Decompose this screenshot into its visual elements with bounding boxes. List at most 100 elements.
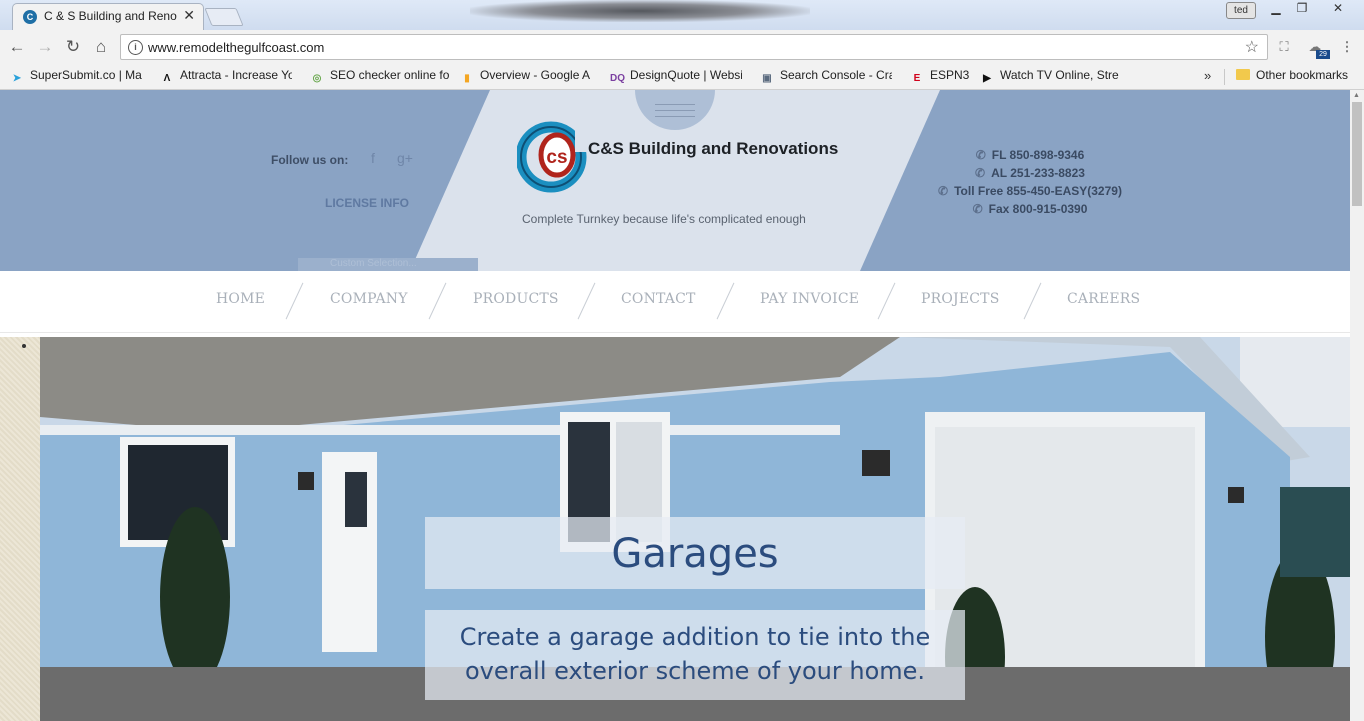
- bookmark-label: ESPN3: [930, 68, 970, 82]
- bookmarks-divider: [1224, 69, 1225, 85]
- hero-slider: Garages Create a garage addition to tie …: [0, 337, 1350, 721]
- facebook-icon[interactable]: f: [371, 150, 375, 166]
- seo-checker-icon: ◎: [312, 73, 322, 84]
- home-icon[interactable]: ⌂: [90, 36, 112, 58]
- phone-icon: ✆: [975, 166, 986, 180]
- slide-title: Garages: [425, 517, 965, 589]
- reload-icon[interactable]: ↻: [62, 36, 84, 58]
- nav-home[interactable]: HOME: [216, 291, 265, 307]
- browser-tab[interactable]: C C & S Building and Reno ✕: [12, 3, 204, 30]
- scroll-up-icon[interactable]: ▲: [1353, 92, 1360, 99]
- other-bookmarks-label: Other bookmarks: [1256, 68, 1349, 82]
- nav-divider: [285, 282, 304, 320]
- bookmark-item[interactable]: DQ DesignQuote | Websi: [610, 68, 742, 86]
- phone-fl-text: FL 850-898-9346: [991, 148, 1085, 162]
- nav-careers[interactable]: CAREERS: [1067, 291, 1140, 307]
- phone-al[interactable]: ✆ AL 251-233-8823: [920, 164, 1140, 182]
- bookmark-item[interactable]: ▣ Search Console - Cra: [760, 68, 892, 86]
- nav-products[interactable]: PRODUCTS: [473, 291, 559, 307]
- designquote-icon: DQ: [610, 73, 625, 84]
- phone-icon: ✆: [972, 202, 983, 216]
- phone-fax-text: Fax 800-915-0390: [988, 202, 1088, 216]
- nav-divider: [428, 282, 447, 320]
- web-page: Follow us on: f g+ LICENSE INFO Custom S…: [0, 90, 1350, 721]
- site-favicon-icon: C: [23, 10, 37, 24]
- nav-divider: [716, 282, 735, 320]
- slider-dot[interactable]: [22, 344, 26, 348]
- phone-fax: ✆ Fax 800-915-0390: [920, 200, 1140, 218]
- new-tab-button[interactable]: [204, 8, 244, 26]
- pdf-extension-icon[interactable]: ⛶: [1275, 38, 1293, 56]
- site-info-icon[interactable]: i: [128, 40, 143, 55]
- supersubmit-icon: ➤: [12, 73, 22, 84]
- browser-menu-icon[interactable]: ⋮: [1338, 38, 1356, 56]
- phone-fl[interactable]: ✆ FL 850-898-9346: [920, 146, 1140, 164]
- minimize-icon[interactable]: ▁: [1262, 0, 1290, 18]
- tab-close-icon[interactable]: ✕: [183, 7, 195, 24]
- phone-toll-free[interactable]: ✆ Toll Free 855-450-EASY(3279): [920, 182, 1140, 200]
- other-bookmarks-folder[interactable]: Other bookmarks: [1236, 68, 1348, 86]
- bookmark-item[interactable]: ▮ Overview - Google A: [460, 68, 590, 86]
- contact-phones: ✆ FL 850-898-9346 ✆ AL 251-233-8823 ✆ Toll …: [920, 146, 1140, 218]
- search-console-icon: ▣: [762, 73, 772, 84]
- phone-toll-free-text: Toll Free 855-450-EASY(3279): [954, 184, 1122, 198]
- bookmark-item[interactable]: ▶ Watch TV Online, Stre: [980, 68, 1119, 86]
- slide-line-2: overall exterior scheme of your home.: [464, 657, 926, 685]
- restore-icon[interactable]: ❐: [1288, 0, 1316, 18]
- title-bar-backdrop: [470, 0, 810, 22]
- profile-badge[interactable]: ted: [1226, 2, 1256, 19]
- bookmark-label: Watch TV Online, Stre: [1000, 68, 1119, 82]
- browser-toolbar: ← → ↻ ⌂ i www.remodelthegulfcoast.com ☆ …: [0, 30, 1364, 64]
- attracta-icon: Λ: [163, 73, 171, 84]
- menu-line-icon: [655, 104, 695, 105]
- main-navigation: HOME COMPANY PRODUCTS CONTACT PAY INVOIC…: [0, 271, 1350, 333]
- page-scrollbar[interactable]: ▲: [1350, 90, 1364, 721]
- phone-al-text: AL 251-233-8823: [991, 166, 1085, 180]
- phone-icon: ✆: [975, 148, 986, 162]
- url-text[interactable]: www.remodelthegulfcoast.com: [148, 40, 324, 55]
- bookmark-star-icon[interactable]: ☆: [1245, 37, 1259, 57]
- phone-icon: ✆: [938, 184, 949, 198]
- bookmark-item[interactable]: Λ Attracta - Increase Yo: [160, 68, 292, 86]
- browser-title-bar: C C & S Building and Reno ✕ ted ▁ ❐ ✕: [0, 0, 1364, 30]
- nav-projects[interactable]: PROJECTS: [921, 291, 1000, 307]
- bookmark-item[interactable]: ◎ SEO checker online fo: [310, 68, 450, 86]
- bookmarks-overflow-icon[interactable]: »: [1204, 68, 1211, 83]
- bookmark-label: SuperSubmit.co | Ma: [30, 68, 142, 82]
- slide-description: Create a garage addition to tie into the…: [425, 610, 965, 700]
- site-header: Follow us on: f g+ LICENSE INFO Custom S…: [0, 90, 1350, 271]
- menu-line-icon: [655, 110, 695, 111]
- bookmark-label: SEO checker online fo: [330, 68, 450, 82]
- tab-title: C & S Building and Reno: [44, 9, 177, 23]
- google-analytics-icon: ▮: [464, 73, 470, 84]
- back-arrow-icon[interactable]: ←: [6, 36, 28, 58]
- follow-us-label: Follow us on:: [271, 153, 349, 167]
- nav-divider: [877, 282, 896, 320]
- espn-icon: E: [913, 73, 921, 84]
- scrollbar-thumb[interactable]: [1352, 102, 1362, 206]
- forward-arrow-icon[interactable]: →: [34, 36, 56, 58]
- nav-contact[interactable]: CONTACT: [621, 291, 696, 307]
- nav-divider: [1023, 282, 1042, 320]
- license-info-link[interactable]: LICENSE INFO: [325, 196, 409, 210]
- google-plus-icon[interactable]: g+: [397, 150, 413, 166]
- bookmark-label: Search Console - Cra: [780, 68, 892, 82]
- company-logo-icon: cs: [517, 121, 587, 193]
- bookmark-item[interactable]: ➤ SuperSubmit.co | Ma: [10, 68, 142, 86]
- calendar-badge: 29: [1316, 50, 1330, 59]
- logo-letters: cs: [546, 147, 567, 168]
- menu-line-icon: [655, 116, 695, 117]
- bookmark-item[interactable]: E ESPN3: [910, 68, 970, 86]
- bookmark-label: Overview - Google A: [480, 68, 591, 82]
- nav-divider: [577, 282, 596, 320]
- slide-line-1: Create a garage addition to tie into the: [459, 623, 931, 651]
- bookmark-label: DesignQuote | Websi: [630, 68, 742, 82]
- window-close-icon[interactable]: ✕: [1324, 0, 1352, 18]
- bookmark-label: Attracta - Increase Yo: [180, 68, 292, 82]
- tagline: Complete Turnkey because life's complica…: [522, 212, 806, 226]
- nav-company[interactable]: COMPANY: [330, 291, 408, 307]
- custom-selection-dropdown[interactable]: Custom Selection...: [298, 258, 478, 271]
- nav-pay-invoice[interactable]: PAY INVOICE: [760, 291, 859, 307]
- bookmarks-bar: » Other bookmarks ➤ SuperSubmit.co | Ma Λ A…: [0, 64, 1364, 90]
- address-bar[interactable]: i www.remodelthegulfcoast.com ☆: [120, 34, 1268, 60]
